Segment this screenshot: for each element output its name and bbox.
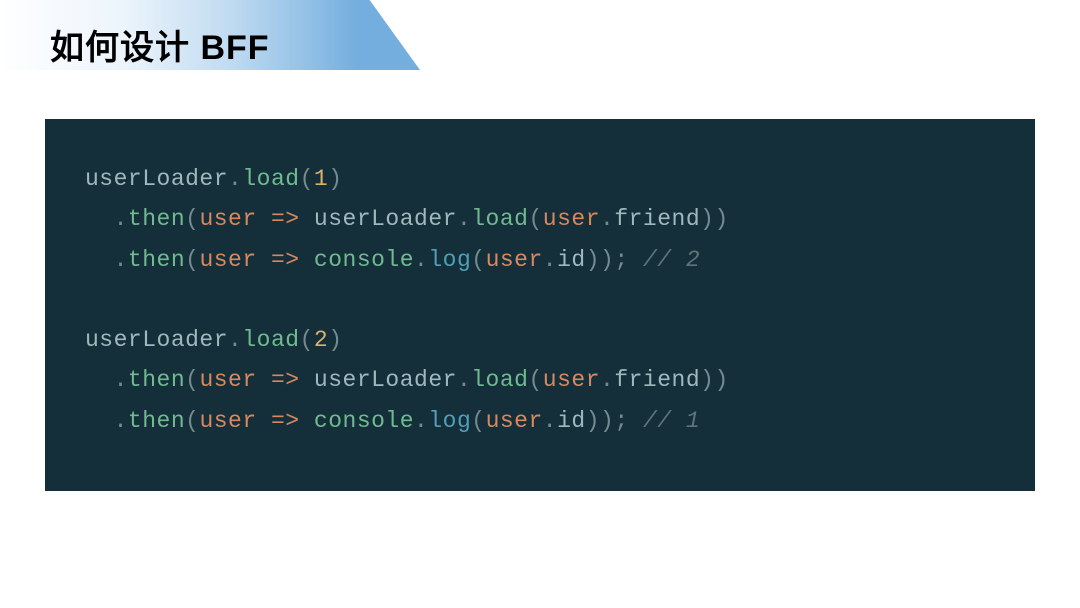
code-token xyxy=(300,206,314,232)
code-token: user xyxy=(199,247,256,273)
code-token: user xyxy=(543,206,600,232)
code-token: . xyxy=(543,408,557,434)
code-line: .then(user => userLoader.load(user.frien… xyxy=(85,199,995,239)
code-token: then xyxy=(128,247,185,273)
code-token: ( xyxy=(185,408,199,434)
code-token: . xyxy=(457,206,471,232)
code-token: // 2 xyxy=(643,247,700,273)
code-token: then xyxy=(128,367,185,393)
code-token: userLoader xyxy=(85,166,228,192)
code-token: . xyxy=(457,367,471,393)
code-token: ( xyxy=(185,206,199,232)
code-line: userLoader.load(2) xyxy=(85,320,995,360)
code-token: ( xyxy=(471,408,485,434)
code-token: 1 xyxy=(314,166,328,192)
code-token: ( xyxy=(528,206,542,232)
code-token: load xyxy=(471,367,528,393)
code-token: userLoader xyxy=(314,206,457,232)
code-token: log xyxy=(428,247,471,273)
code-line xyxy=(85,280,995,320)
code-token: friend xyxy=(614,206,700,232)
code-token: console xyxy=(314,247,414,273)
code-token: id xyxy=(557,247,586,273)
code-token: . xyxy=(228,166,242,192)
code-token: . xyxy=(228,327,242,353)
code-line: .then(user => console.log(user.id)); // … xyxy=(85,401,995,441)
code-token: then xyxy=(128,206,185,232)
code-token xyxy=(300,367,314,393)
code-token: user xyxy=(199,206,256,232)
code-token xyxy=(257,247,271,273)
code-token: then xyxy=(128,408,185,434)
code-token: => xyxy=(271,247,300,273)
code-token: user xyxy=(486,408,543,434)
code-token: . xyxy=(114,408,128,434)
code-token: load xyxy=(242,327,299,353)
code-line: userLoader.load(1) xyxy=(85,159,995,199)
code-token: => xyxy=(271,367,300,393)
code-token: => xyxy=(271,408,300,434)
code-token: ( xyxy=(185,367,199,393)
code-token xyxy=(257,206,271,232)
code-token: console xyxy=(314,408,414,434)
code-token xyxy=(257,367,271,393)
code-block: userLoader.load(1) .then(user => userLoa… xyxy=(45,119,1035,491)
code-token: ) xyxy=(328,166,342,192)
page-title: 如何设计 BFF xyxy=(50,20,1080,69)
code-token: . xyxy=(414,408,428,434)
slide-header: 如何设计 BFF xyxy=(0,0,1080,89)
code-token: id xyxy=(557,408,586,434)
code-token: . xyxy=(114,206,128,232)
code-token: user xyxy=(543,367,600,393)
code-line: .then(user => userLoader.load(user.frien… xyxy=(85,360,995,400)
code-token xyxy=(300,247,314,273)
code-token: ( xyxy=(471,247,485,273)
code-line: .then(user => console.log(user.id)); // … xyxy=(85,240,995,280)
code-token: )) xyxy=(700,367,729,393)
code-token: ) xyxy=(328,327,342,353)
code-token: friend xyxy=(614,367,700,393)
code-token: . xyxy=(414,247,428,273)
code-token: ( xyxy=(528,367,542,393)
code-token: ( xyxy=(185,247,199,273)
code-token: )); xyxy=(586,408,643,434)
slide-content: userLoader.load(1) .then(user => userLoa… xyxy=(0,89,1080,491)
code-token: load xyxy=(471,206,528,232)
code-token: // 1 xyxy=(643,408,700,434)
code-token: )); xyxy=(586,247,643,273)
code-token: load xyxy=(242,166,299,192)
code-token: log xyxy=(428,408,471,434)
code-token: . xyxy=(600,367,614,393)
code-token: . xyxy=(114,367,128,393)
code-token: user xyxy=(199,408,256,434)
code-token: => xyxy=(271,206,300,232)
code-token: user xyxy=(486,247,543,273)
code-token: ( xyxy=(300,327,314,353)
code-token: userLoader xyxy=(85,327,228,353)
code-token: . xyxy=(114,247,128,273)
code-token: . xyxy=(543,247,557,273)
code-token xyxy=(257,408,271,434)
code-token: )) xyxy=(700,206,729,232)
code-token: userLoader xyxy=(314,367,457,393)
code-token: . xyxy=(600,206,614,232)
code-token: 2 xyxy=(314,327,328,353)
code-token: ( xyxy=(300,166,314,192)
code-token: user xyxy=(199,367,256,393)
code-token xyxy=(300,408,314,434)
